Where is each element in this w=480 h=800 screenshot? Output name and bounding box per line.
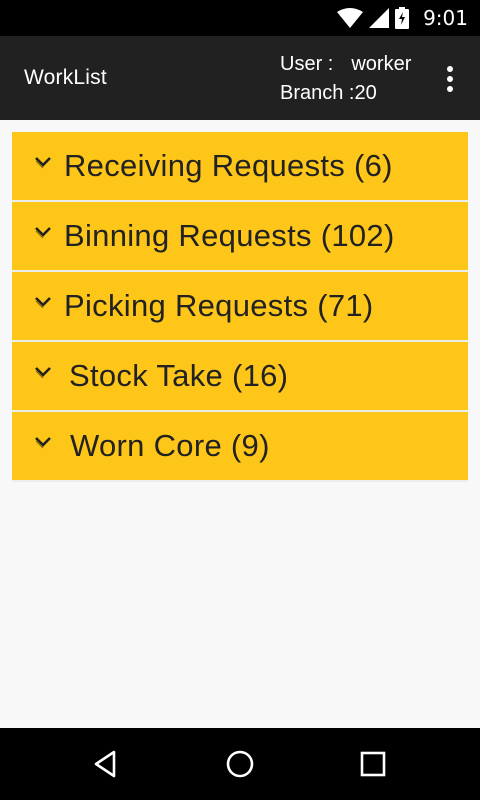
list-item-picking-requests[interactable]: Picking Requests (71) <box>12 272 468 342</box>
battery-charging-icon <box>395 7 410 29</box>
overflow-menu-icon[interactable] <box>446 66 454 94</box>
list-item-label: Receiving Requests (6) <box>64 148 393 183</box>
cell-signal-icon <box>369 8 390 28</box>
worklist: Receiving Requests (6) Binning Requests … <box>12 132 468 482</box>
chevron-down-icon <box>35 297 51 309</box>
chevron-down-icon <box>35 437 51 449</box>
list-item-label: Stock Take (16) <box>69 358 289 393</box>
list-item-label: Picking Requests (71) <box>64 288 374 323</box>
menu-dot <box>447 76 453 82</box>
status-time: 9:01 <box>423 6 468 30</box>
home-icon[interactable] <box>222 746 258 782</box>
user-line: User : worker <box>280 50 411 79</box>
list-item-binning-requests[interactable]: Binning Requests (102) <box>12 202 468 272</box>
menu-dot <box>447 86 453 92</box>
app-title: WorkList <box>24 66 107 89</box>
user-label: User : <box>280 53 334 75</box>
chevron-down-icon <box>35 227 51 239</box>
wifi-icon <box>337 8 364 28</box>
list-item-worn-core[interactable]: Worn Core (9) <box>12 412 468 482</box>
status-icons: 9:01 <box>337 0 468 36</box>
list-item-label: Binning Requests (102) <box>64 218 395 253</box>
chevron-down-icon <box>35 157 51 169</box>
back-icon[interactable] <box>88 746 124 782</box>
user-info: User : worker Branch :20 <box>280 50 411 108</box>
list-item-label: Worn Core (9) <box>70 428 270 463</box>
branch-text: Branch :20 <box>280 82 377 104</box>
list-item-stock-take[interactable]: Stock Take (16) <box>12 342 468 412</box>
menu-dot <box>447 66 453 72</box>
list-item-receiving-requests[interactable]: Receiving Requests (6) <box>12 132 468 202</box>
app-bar: WorkList User : worker Branch :20 <box>0 36 480 120</box>
recents-icon[interactable] <box>355 746 391 782</box>
chevron-down-icon <box>35 367 51 379</box>
status-bar: 9:01 <box>0 0 480 36</box>
nav-bar <box>0 728 480 800</box>
user-value: worker <box>351 53 412 75</box>
